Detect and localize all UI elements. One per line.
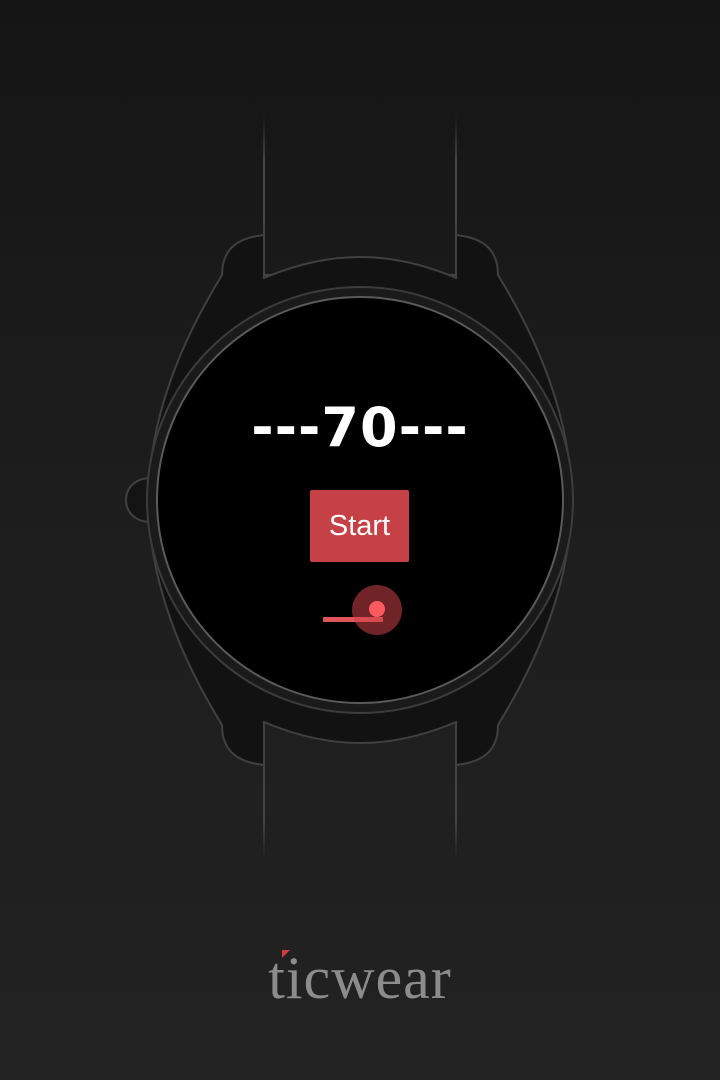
counter-display: ---70--- <box>251 396 469 459</box>
logo-accent-mark <box>282 950 290 958</box>
logo-text: ticwear <box>268 945 452 1011</box>
value-slider[interactable] <box>319 581 409 641</box>
strap-top <box>263 115 457 276</box>
strap-bottom <box>263 725 457 860</box>
start-button[interactable]: Start <box>310 490 409 562</box>
slider-thumb[interactable] <box>369 601 385 617</box>
watch-screen: ---70--- Start <box>159 299 561 701</box>
crown-button <box>124 477 149 523</box>
ticwear-logo: ticwear <box>0 938 720 1018</box>
